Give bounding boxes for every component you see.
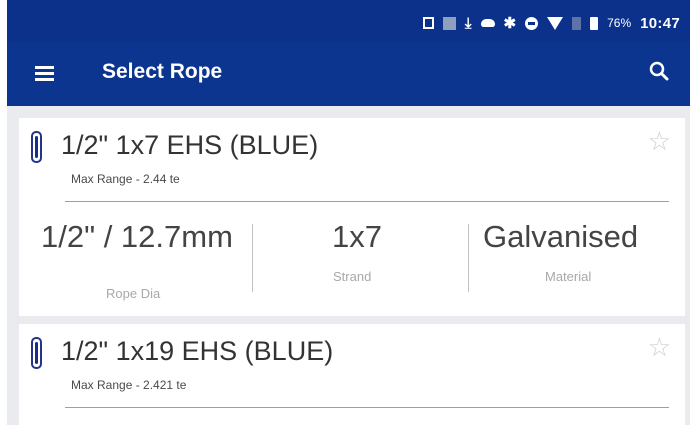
rope-color-indicator-icon (31, 337, 42, 369)
material-label: Material (545, 269, 592, 284)
rope-dia-label: Rope Dia (106, 286, 161, 301)
cloud-icon (480, 19, 495, 27)
strand-value: 1x7 (332, 219, 382, 254)
battery-icon (590, 16, 599, 30)
image-icon (442, 16, 456, 30)
rope-card[interactable]: 1/2" 1x7 EHS (BLUE) Max Range - 2.44 te … (19, 118, 685, 316)
favorite-star-icon[interactable]: ☆ (648, 334, 671, 360)
rope-title: 1/2" 1x19 EHS (BLUE) (61, 336, 334, 366)
app-bar: Select Rope (7, 42, 690, 106)
search-icon[interactable] (648, 60, 670, 82)
favorite-star-icon[interactable]: ☆ (648, 128, 671, 154)
rope-color-indicator-icon (31, 131, 42, 163)
rope-dia-value: 1/2" / 12.7mm (41, 219, 233, 254)
bluetooth-icon: ✱ (503, 14, 517, 32)
divider (65, 407, 669, 408)
gallery-icon (422, 17, 434, 29)
signal-icon (572, 16, 582, 30)
do-not-disturb-icon (525, 16, 539, 30)
clock: 10:47 (640, 14, 680, 32)
spec-divider (468, 224, 469, 292)
max-range: Max Range - 2.44 te (71, 172, 180, 186)
battery-level: 76% (607, 16, 632, 30)
spec-divider (252, 224, 253, 292)
hamburger-menu-icon[interactable] (35, 66, 54, 81)
page-title: Select Rope (102, 60, 223, 83)
strand-label: Strand (333, 269, 372, 284)
app-frame: ⤓ ✱ 76% 10:47 Select Rope 1/2" 1x7 EHS (… (7, 0, 690, 425)
material-value: Galvanised (483, 219, 639, 254)
divider (65, 201, 669, 202)
rope-title: 1/2" 1x7 EHS (BLUE) (61, 130, 319, 160)
max-range: Max Range - 2.421 te (71, 378, 187, 392)
status-bar: ⤓ ✱ 76% 10:47 (7, 0, 690, 42)
wifi-icon (547, 16, 564, 30)
status-icons: ⤓ ✱ 76% 10:47 (422, 13, 680, 33)
rope-card[interactable]: 1/2" 1x19 EHS (BLUE) Max Range - 2.421 t… (19, 324, 685, 425)
download-icon: ⤓ (464, 14, 472, 32)
